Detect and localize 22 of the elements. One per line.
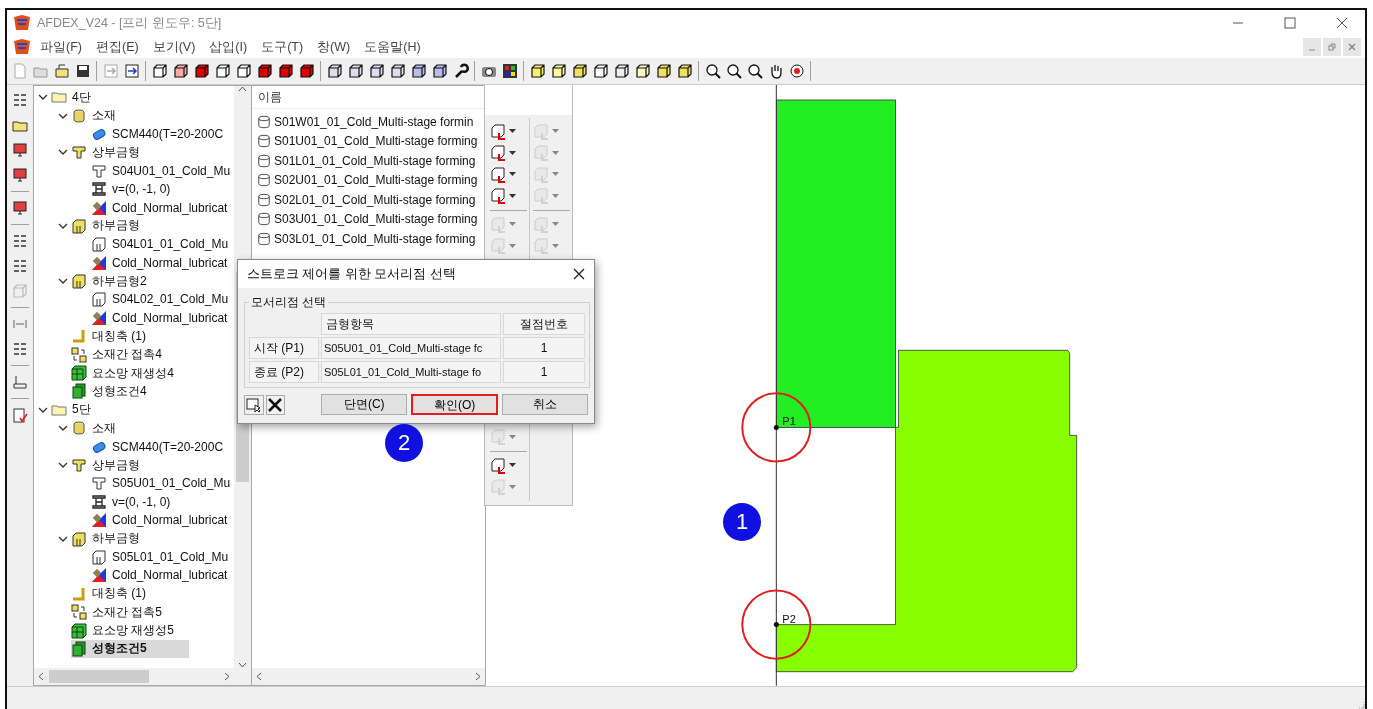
step-marker: 1 bbox=[723, 503, 761, 541]
column-header: 금형항목 bbox=[321, 313, 501, 335]
list-item-label: S03L01_01_Cold_Multi-stage forming bbox=[274, 231, 476, 246]
row-header: 종료 (P2) bbox=[249, 361, 319, 383]
point-label: P1 bbox=[782, 415, 796, 428]
row-header: 시작 (P1) bbox=[249, 337, 319, 359]
list-item-label: S02U01_01_Cold_Multi-stage forming bbox=[274, 173, 478, 188]
table-cell: 1 bbox=[503, 361, 585, 383]
list-item-label: S01U01_01_Cold_Multi-stage forming bbox=[274, 134, 478, 149]
list-item-label: S02L01_01_Cold_Multi-stage forming bbox=[274, 192, 476, 207]
window-title: AFDEX_V24 - [프리 윈도우: 5단] bbox=[37, 14, 223, 32]
dialog-title: 스트로크 제어를 위한 모서리점 선택 bbox=[247, 265, 457, 283]
list-item-label: S01L01_01_Cold_Multi-stage forming bbox=[274, 153, 476, 168]
column-header: 절점번호 bbox=[503, 313, 585, 335]
group-title: 모서리점 선택 bbox=[250, 294, 328, 311]
table-cell: 1 bbox=[503, 337, 585, 359]
table-cell: S05L01_01_Cold_Multi-stage fo bbox=[321, 361, 501, 383]
list-item-label: S01W01_01_Cold_Multi-stage formin bbox=[274, 114, 474, 129]
table-cell: S05U01_01_Cold_Multi-stage fc bbox=[321, 337, 501, 359]
list-item-label: S03U01_01_Cold_Multi-stage forming bbox=[274, 212, 478, 227]
step-marker: 2 bbox=[385, 424, 423, 462]
point-label: P2 bbox=[782, 612, 796, 625]
